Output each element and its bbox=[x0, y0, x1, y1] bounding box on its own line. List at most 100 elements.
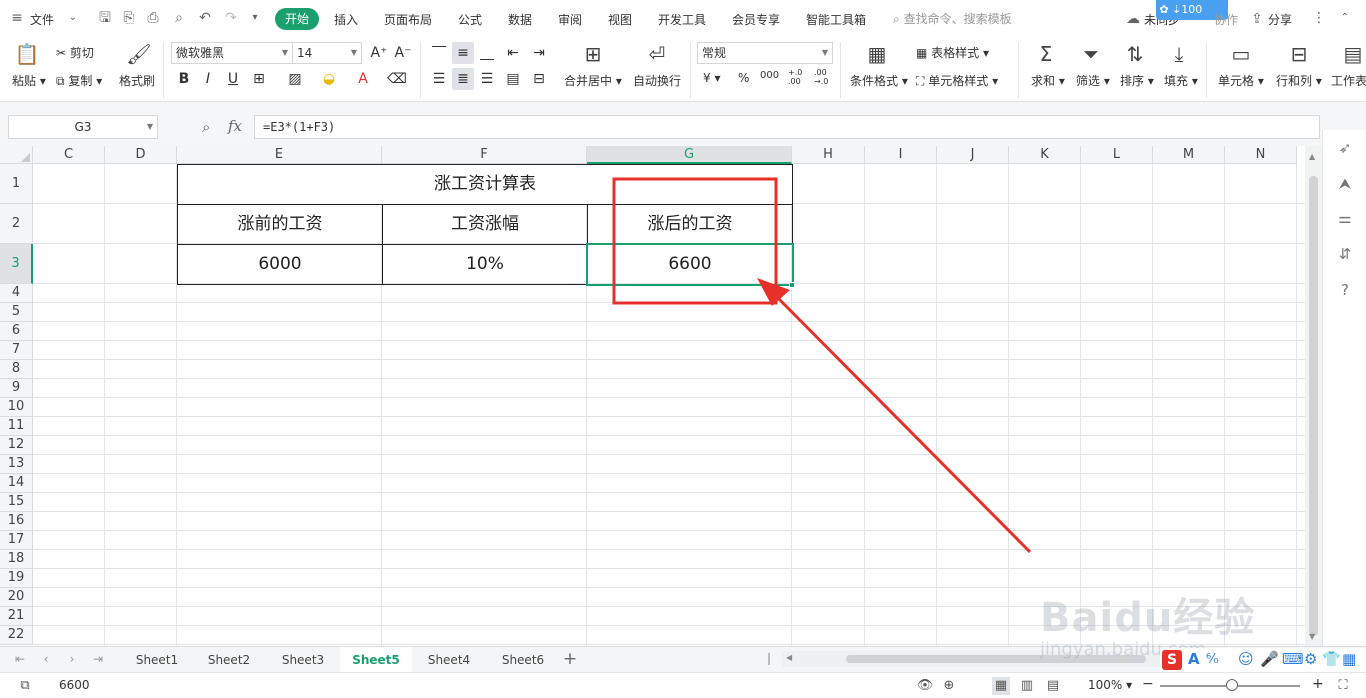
decrease-font-icon[interactable]: A⁻ bbox=[392, 42, 414, 64]
sheet-tab-2[interactable]: Sheet2 bbox=[196, 647, 262, 673]
tab-member[interactable]: 会员专享 bbox=[732, 11, 780, 28]
scroll-up-icon[interactable]: ▲ bbox=[1309, 152, 1315, 161]
header-cell-after-salary[interactable]: 涨后的工资 bbox=[588, 205, 792, 244]
vertical-scroll-thumb[interactable] bbox=[1309, 176, 1318, 636]
sort-button[interactable]: 排序 ▾ bbox=[1120, 72, 1154, 89]
macro-record-icon[interactable]: ⧉ bbox=[16, 677, 34, 695]
column-header-k[interactable]: K bbox=[1009, 146, 1081, 164]
last-sheet-icon[interactable]: ⇥ bbox=[90, 651, 106, 667]
share-icon[interactable]: ⇪ bbox=[1248, 10, 1266, 28]
file-menu[interactable]: 文件 bbox=[30, 11, 54, 28]
spreadsheet-grid[interactable]: CDEFGHIJKLMN 1 2 3 4 5 6 7 8 9 10 11 12 13 14 15 16 17 18… bbox=[0, 146, 1305, 646]
ime-menu-icon[interactable]: ▦ bbox=[1342, 650, 1356, 668]
vertical-scrollbar[interactable]: ▲ ▼ bbox=[1305, 146, 1322, 646]
row-header-22[interactable]: 22 bbox=[0, 626, 33, 645]
tab-insert[interactable]: 插入 bbox=[334, 11, 358, 28]
row-header-11[interactable]: 11 bbox=[0, 417, 33, 436]
paste-button[interactable]: 粘贴 ▾ bbox=[12, 72, 46, 89]
format-painter-button[interactable]: 格式刷 bbox=[119, 72, 155, 89]
merge-center-button[interactable]: 合并居中 ▾ bbox=[564, 72, 622, 89]
row-header-14[interactable]: 14 bbox=[0, 474, 33, 493]
name-box[interactable]: G3 ▼ bbox=[8, 115, 158, 139]
sheet-tab-4[interactable]: Sheet4 bbox=[416, 647, 482, 673]
wrap-icon[interactable]: ⏎ bbox=[644, 41, 670, 67]
scroll-left-icon[interactable]: ◀ bbox=[786, 653, 792, 662]
sum-button[interactable]: 求和 ▾ bbox=[1031, 72, 1065, 89]
sogou-ime-icon[interactable]: S bbox=[1162, 650, 1182, 670]
row-col-button[interactable]: 行和列 ▾ bbox=[1276, 72, 1322, 89]
fx-icon[interactable]: fx bbox=[228, 117, 242, 135]
row-header-12[interactable]: 12 bbox=[0, 436, 33, 455]
zoom-out-icon[interactable]: − bbox=[1142, 676, 1154, 692]
tab-data[interactable]: 数据 bbox=[508, 11, 532, 28]
header-cell-before-salary[interactable]: 涨前的工资 bbox=[178, 205, 382, 244]
row-header-3[interactable]: 3 bbox=[0, 244, 33, 284]
decrease-decimal-button[interactable]: .00 →.0 bbox=[814, 68, 828, 86]
align-center-icon[interactable]: ≣ bbox=[452, 68, 474, 90]
row-header-8[interactable]: 8 bbox=[0, 360, 33, 379]
row-header-18[interactable]: 18 bbox=[0, 550, 33, 569]
eye-protection-icon[interactable]: 👁 bbox=[916, 677, 934, 695]
conditional-format-button[interactable]: 条件格式 ▾ bbox=[850, 72, 908, 89]
column-header-c[interactable]: C bbox=[33, 146, 105, 164]
column-header-f[interactable]: F bbox=[382, 146, 587, 164]
save-icon[interactable]: 🖫 bbox=[96, 9, 114, 27]
distribute-icon[interactable]: ⊟ bbox=[528, 68, 550, 90]
language-icon[interactable]: ⊕ bbox=[940, 677, 958, 695]
more-icon[interactable]: ⋮ bbox=[1310, 9, 1328, 27]
column-header-g[interactable]: G bbox=[587, 146, 792, 164]
microphone-icon[interactable]: 🎤 bbox=[1260, 650, 1279, 668]
prev-sheet-icon[interactable]: ‹ bbox=[38, 651, 54, 667]
row-header-20[interactable]: 20 bbox=[0, 588, 33, 607]
align-middle-icon[interactable]: ≡ bbox=[452, 42, 474, 64]
row-header-1[interactable]: 1 bbox=[0, 164, 33, 204]
ime-language-icon[interactable]: A bbox=[1188, 650, 1200, 668]
sum-icon[interactable]: Σ bbox=[1033, 41, 1059, 67]
currency-button[interactable]: ¥ ▾ bbox=[703, 71, 720, 85]
column-header-e[interactable]: E bbox=[177, 146, 382, 164]
column-header-h[interactable]: H bbox=[792, 146, 865, 164]
table-style-button[interactable]: ▦ 表格样式 ▾ bbox=[916, 44, 989, 61]
quick-access-chevron-icon[interactable]: ▾ bbox=[246, 9, 264, 27]
font-name-select[interactable]: 微软雅黑 ▼ bbox=[171, 42, 293, 64]
row-header-9[interactable]: 9 bbox=[0, 379, 33, 398]
align-bottom-icon[interactable]: ⎽ bbox=[476, 42, 498, 64]
sheet-tab-3[interactable]: Sheet3 bbox=[270, 647, 336, 673]
row-header-19[interactable]: 19 bbox=[0, 569, 33, 588]
font-size-select[interactable]: 14 ▼ bbox=[292, 42, 362, 64]
row-header-5[interactable]: 5 bbox=[0, 303, 33, 322]
cloud-icon[interactable]: ☁ bbox=[1124, 10, 1142, 28]
help-icon[interactable]: ? bbox=[1335, 280, 1355, 300]
tab-split-handle[interactable] bbox=[768, 653, 770, 665]
sort-icon[interactable]: ⇅ bbox=[1122, 41, 1148, 67]
row-header-6[interactable]: 6 bbox=[0, 322, 33, 341]
normal-view-icon[interactable]: ▦ bbox=[992, 677, 1010, 695]
collab-label[interactable]: 协作 bbox=[1214, 11, 1238, 28]
merge-icon[interactable]: ⊞ bbox=[580, 41, 606, 67]
row-header-2[interactable]: 2 bbox=[0, 204, 33, 244]
clear-format-icon[interactable]: ⌫ bbox=[386, 68, 408, 90]
row-header-10[interactable]: 10 bbox=[0, 398, 33, 417]
toolbox-icon[interactable]: ⚙ bbox=[1304, 650, 1317, 668]
emoji-icon[interactable]: ☺ bbox=[1238, 650, 1254, 668]
zoom-select[interactable]: 100% ▾ bbox=[1088, 678, 1132, 692]
worksheet-icon[interactable]: ▤ bbox=[1340, 41, 1366, 67]
rocket-icon[interactable]: ➶ bbox=[1335, 138, 1355, 158]
filter-button[interactable]: 筛选 ▾ bbox=[1076, 72, 1110, 89]
row-header-7[interactable]: 7 bbox=[0, 341, 33, 360]
font-color-icon[interactable]: A bbox=[352, 68, 374, 90]
cell-style-button[interactable]: ⛶ 单元格样式 ▾ bbox=[916, 72, 998, 89]
hamburger-icon[interactable]: ≡ bbox=[8, 9, 26, 27]
backup-icon[interactable]: ⇵ bbox=[1335, 244, 1355, 264]
value-cell-f3[interactable]: 10% bbox=[383, 245, 587, 284]
align-top-icon[interactable]: ⎺ bbox=[428, 42, 450, 64]
ime-punct-icon[interactable]: ⁶⁄₀ bbox=[1206, 652, 1219, 667]
row-header-15[interactable]: 15 bbox=[0, 493, 33, 512]
fill-down-icon[interactable]: ⤓ bbox=[1166, 41, 1192, 67]
increase-decimal-button[interactable]: +.0 .00 bbox=[788, 68, 802, 86]
increase-font-icon[interactable]: A⁺ bbox=[368, 42, 390, 64]
border-icon[interactable]: ⊞ bbox=[248, 68, 270, 90]
add-sheet-icon[interactable]: + bbox=[562, 651, 578, 668]
fill-handle[interactable] bbox=[789, 282, 795, 288]
zoom-slider-knob[interactable] bbox=[1226, 679, 1238, 691]
